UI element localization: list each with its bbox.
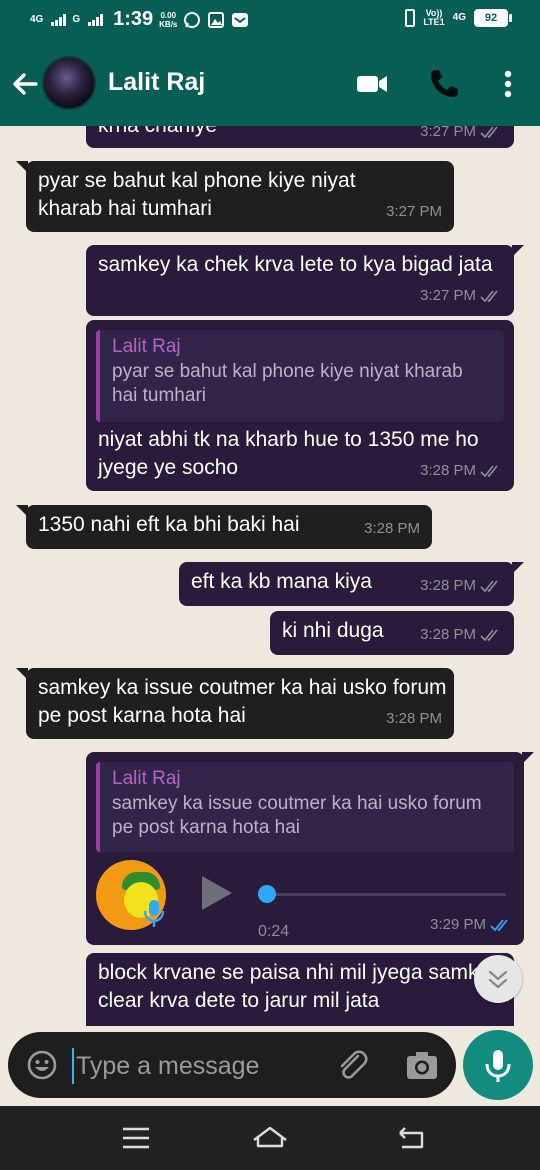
network-type-1: 4G [30, 13, 44, 25]
message-text: 1350 nahi eft ka bhi baki hai [38, 513, 300, 536]
quoted-text: pyar se bahut kal phone kiye niyat khara… [112, 361, 463, 406]
nav-home-icon[interactable] [252, 1124, 288, 1152]
message-outgoing[interactable]: eft ka kb mana kiya 3:28 PM [179, 562, 524, 606]
system-nav-bar [0, 1106, 540, 1170]
volte-indicator: Vo)) LTE1 [423, 9, 444, 27]
message-incoming[interactable]: pyar se bahut kal phone kiye niyat khara… [16, 161, 454, 232]
gallery-notification-icon [208, 11, 225, 28]
message-text: samkey ka chek krva lete to kya bigad ja… [98, 253, 493, 276]
clock: 1:39 [113, 8, 154, 30]
back-arrow-icon[interactable] [10, 66, 40, 102]
message-outgoing[interactable]: krna chahiye 3:27 PM [86, 126, 514, 148]
message-time: 3:28 PM [420, 462, 476, 479]
delivered-ticks-icon [480, 465, 498, 478]
battery-level: 92 [474, 9, 508, 27]
battery-icon: 92 [474, 9, 512, 27]
nav-menu-icon[interactable] [121, 1124, 151, 1152]
scroll-down-icon [488, 970, 508, 989]
quoted-message[interactable]: Lalit Raj samkey ka issue coutmer ka hai… [96, 762, 514, 852]
network-speed: 0.00 KB/s [159, 11, 177, 29]
attach-icon[interactable] [334, 1048, 370, 1084]
delivered-ticks-icon [480, 629, 498, 642]
network-speed-unit: KB/s [159, 19, 178, 29]
mail-notification-icon [232, 12, 249, 27]
delivered-ticks-icon [480, 580, 498, 593]
message-input-container[interactable]: Type a message [8, 1032, 456, 1098]
camera-icon[interactable] [404, 1048, 440, 1084]
chat-messages[interactable]: krna chahiye 3:27 PM pyar se bahut kal p… [0, 126, 540, 1026]
play-icon[interactable] [202, 876, 232, 910]
composer-bar: Type a message [0, 1026, 540, 1106]
message-outgoing[interactable]: block krvane se paisa nhi mil jyega samk… [86, 953, 514, 1026]
network-type-3: 4G [452, 12, 466, 23]
signal-icon-2 [88, 13, 104, 26]
message-text: block krvane se paisa nhi mil jyega samk… [98, 961, 501, 1012]
read-ticks-icon [490, 919, 508, 932]
message-time: 3:27 PM [420, 287, 476, 304]
scroll-to-bottom-button[interactable] [474, 955, 522, 1003]
message-time: 3:28 PM [386, 710, 442, 727]
nav-back-icon[interactable] [396, 1124, 426, 1152]
delivered-ticks-icon [480, 126, 498, 139]
signal-icon [51, 13, 67, 26]
mic-icon [485, 1050, 511, 1082]
voice-progress-track[interactable] [266, 893, 506, 896]
whatsapp-notification-icon [184, 11, 201, 28]
message-time: 3:28 PM [420, 577, 476, 594]
message-time: 3:29 PM [430, 916, 486, 933]
contact-avatar[interactable] [42, 56, 96, 110]
quoted-text: samkey ka issue coutmer ka hai usko foru… [112, 793, 482, 838]
emoji-icon[interactable] [26, 1049, 58, 1081]
more-options-icon[interactable] [490, 66, 526, 102]
message-incoming[interactable]: 1350 nahi eft ka bhi baki hai 3:28 PM [16, 505, 432, 549]
video-call-icon[interactable] [354, 66, 390, 102]
network-speed-value: 0.00 [160, 10, 177, 20]
message-time: 3:28 PM [420, 626, 476, 643]
phone-call-icon[interactable] [426, 66, 462, 102]
delivered-ticks-icon [480, 290, 498, 303]
vibrate-icon [405, 9, 416, 27]
voice-mic-icon [143, 900, 165, 927]
contact-name[interactable]: Lalit Raj [108, 68, 205, 97]
quoted-message[interactable]: Lalit Raj pyar se bahut kal phone kiye n… [96, 330, 504, 422]
voice-record-button[interactable] [463, 1030, 533, 1100]
quoted-sender: Lalit Raj [112, 768, 181, 789]
message-time: 3:27 PM [420, 126, 476, 140]
message-time: 3:28 PM [364, 520, 420, 537]
message-incoming[interactable]: samkey ka issue coutmer ka hai usko foru… [16, 668, 454, 739]
chat-header: Lalit Raj [0, 42, 540, 126]
volte-bottom: LTE1 [423, 17, 445, 27]
message-outgoing[interactable]: samkey ka chek krva lete to kya bigad ja… [86, 245, 524, 316]
voice-duration: 0:24 [258, 923, 290, 940]
message-text: pyar se bahut kal phone kiye niyat khara… [38, 169, 356, 220]
message-text: krna chahiye [98, 126, 217, 140]
quoted-sender: Lalit Raj [112, 336, 181, 357]
voice-progress-handle[interactable] [258, 885, 276, 903]
message-outgoing-voice[interactable]: Lalit Raj samkey ka issue coutmer ka hai… [86, 752, 534, 945]
message-outgoing-reply[interactable]: Lalit Raj pyar se bahut kal phone kiye n… [86, 320, 514, 491]
message-outgoing[interactable]: ki nhi duga 3:28 PM [270, 611, 514, 655]
message-time: 3:27 PM [386, 203, 442, 220]
status-bar: 4G G 1:39 0.00 KB/s Vo)) LTE1 4G 92 [0, 0, 540, 42]
network-type-2: G [72, 13, 81, 25]
message-input[interactable]: Type a message [76, 1052, 259, 1081]
text-caret [72, 1048, 74, 1084]
